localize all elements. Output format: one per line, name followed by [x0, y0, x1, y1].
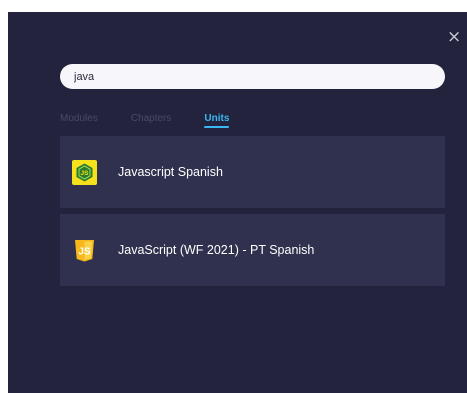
svg-text:JS: JS	[81, 170, 90, 177]
tab-units[interactable]: Units	[204, 113, 230, 128]
tab-chapters[interactable]: Chapters	[131, 113, 172, 128]
nodejs-icon: JS	[72, 159, 97, 185]
result-tabs: Modules Chapters Units	[60, 113, 230, 128]
result-title: Javascript Spanish	[118, 165, 223, 179]
result-card-javascript-wf-2021[interactable]: JS JavaScript (WF 2021) - PT Spanish	[60, 214, 445, 286]
result-card-javascript-spanish[interactable]: JS Javascript Spanish	[60, 136, 445, 208]
search-input[interactable]	[72, 69, 433, 84]
tab-modules[interactable]: Modules	[60, 113, 98, 128]
svg-text:JS: JS	[78, 246, 91, 257]
javascript-shield-icon: JS	[75, 239, 94, 261]
search-modal: × Modules Chapters Units JS Javascript S…	[8, 12, 467, 393]
search-bar[interactable]	[60, 64, 445, 89]
close-icon[interactable]: ×	[447, 29, 461, 46]
result-title: JavaScript (WF 2021) - PT Spanish	[118, 243, 315, 257]
